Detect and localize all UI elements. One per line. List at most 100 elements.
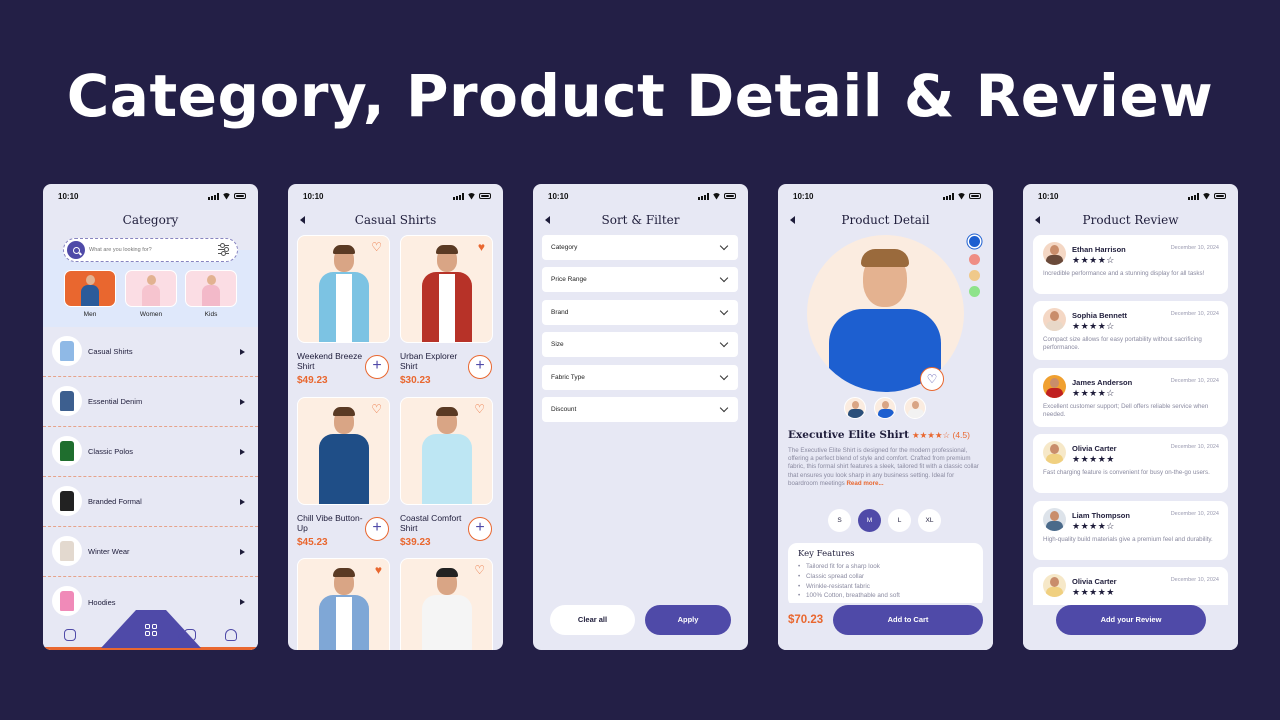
review-card: Olivia Carter December 10, 2024 ★★★★★ Fa… xyxy=(1033,434,1228,493)
product-image[interactable]: ♡ xyxy=(297,235,390,343)
product-thumbnail[interactable] xyxy=(844,397,866,419)
back-arrow-icon[interactable] xyxy=(545,216,550,224)
list-item-essential-denim[interactable]: Essential Denim xyxy=(43,377,258,427)
list-item-branded-formal[interactable]: Branded Formal xyxy=(43,477,258,527)
category-tile-men[interactable] xyxy=(64,270,116,307)
color-swatch[interactable] xyxy=(969,286,980,297)
product-name[interactable]: Coastal Comfort Shirt xyxy=(400,513,470,533)
dropdown-category[interactable]: Category xyxy=(542,235,738,260)
size-option-s[interactable]: S xyxy=(828,509,851,532)
review-stars: ★★★★☆ xyxy=(1072,255,1115,265)
rating-stars: ★★★★☆ xyxy=(912,430,951,440)
list-item-label: Branded Formal xyxy=(88,497,142,506)
list-item-winter-wear[interactable]: Winter Wear xyxy=(43,527,258,577)
battery-icon xyxy=(1214,193,1226,199)
reviewer-name: Olivia Carter xyxy=(1072,444,1117,453)
list-item-label: Classic Polos xyxy=(88,447,134,456)
chevron-down-icon xyxy=(719,273,729,283)
rating-value: (4.5) xyxy=(952,430,970,440)
reviewer-name: Olivia Carter xyxy=(1072,577,1117,586)
read-more-link[interactable]: Read more... xyxy=(846,480,883,487)
tab-wishlist[interactable] xyxy=(177,628,198,645)
filter-icon[interactable] xyxy=(218,243,229,256)
page-title: Casual Shirts xyxy=(288,208,503,232)
product-name[interactable]: Urban Explorer Shirt xyxy=(400,351,470,371)
add-review-button[interactable]: Add your Review xyxy=(1056,605,1206,635)
search-icon[interactable] xyxy=(67,241,85,259)
heart-filled-icon[interactable]: ♥ xyxy=(375,564,382,576)
add-to-cart-button[interactable]: Add to Cart xyxy=(833,605,983,635)
size-option-l[interactable]: L xyxy=(888,509,911,532)
color-swatch[interactable] xyxy=(969,236,980,247)
heart-filled-icon[interactable]: ♥ xyxy=(478,241,485,253)
tab-profile[interactable] xyxy=(224,628,238,642)
review-text: Incredible performance and a stunning di… xyxy=(1043,270,1205,277)
dropdown-price-range[interactable]: Price Range xyxy=(542,267,738,292)
color-swatch[interactable] xyxy=(969,270,980,281)
product-name[interactable]: Chill Vibe Button-Up xyxy=(297,513,367,533)
search-bar[interactable] xyxy=(63,238,238,262)
list-item-label: Winter Wear xyxy=(88,547,130,556)
avatar xyxy=(1043,508,1066,531)
wishlist-heart-icon[interactable]: ♡ xyxy=(920,367,944,391)
suit-thumbnail xyxy=(52,486,82,516)
product-review-screen: 10:10 Product Review Ethan Harrison Dece… xyxy=(1023,184,1238,650)
review-stars: ★★★★★ xyxy=(1072,454,1115,464)
product-price: $39.23 xyxy=(400,537,431,548)
sort-filter-screen: 10:10 Sort & Filter Category Price Range… xyxy=(533,184,748,650)
add-to-cart-button[interactable]: + xyxy=(468,517,492,541)
review-card: Sophia Bennett December 10, 2024 ★★★★☆ C… xyxy=(1033,301,1228,360)
back-arrow-icon[interactable] xyxy=(300,216,305,224)
wifi-icon xyxy=(222,193,231,200)
category-screen: 10:10 Category Men Women Kids Casual Shi… xyxy=(43,184,258,650)
battery-icon xyxy=(479,193,491,199)
review-stars: ★★★★☆ xyxy=(1072,321,1115,331)
search-input[interactable] xyxy=(89,239,209,261)
product-thumbnail[interactable] xyxy=(904,397,926,419)
review-text: Excellent customer support; Dell offers … xyxy=(1043,403,1209,418)
dropdown-brand[interactable]: Brand xyxy=(542,300,738,325)
dropdown-label: Discount xyxy=(551,406,577,413)
product-image[interactable]: ♡ xyxy=(400,558,493,650)
product-price: $49.23 xyxy=(297,375,328,386)
tab-home[interactable] xyxy=(63,628,77,642)
product-image[interactable]: ♡ xyxy=(297,397,390,505)
add-to-cart-button[interactable]: + xyxy=(365,355,389,379)
page-title-text: Sort & Filter xyxy=(601,213,680,227)
product-image[interactable]: ♥ xyxy=(297,558,390,650)
review-card: Liam Thompson December 10, 2024 ★★★★☆ Hi… xyxy=(1033,501,1228,560)
product-thumbnail[interactable] xyxy=(874,397,896,419)
review-date: December 10, 2024 xyxy=(1170,378,1219,384)
back-arrow-icon[interactable] xyxy=(1035,216,1040,224)
add-to-cart-button[interactable]: + xyxy=(468,355,492,379)
status-bar: 10:10 xyxy=(43,184,258,208)
feature-item: Classic spread collar xyxy=(798,572,973,582)
chevron-down-icon xyxy=(719,403,729,413)
product-image[interactable]: ♡ xyxy=(400,397,493,505)
color-swatch[interactable] xyxy=(969,254,980,265)
avatar xyxy=(1043,574,1066,597)
size-option-xl[interactable]: XL xyxy=(918,509,941,532)
dropdown-fabric-type[interactable]: Fabric Type xyxy=(542,365,738,390)
grid-icon[interactable] xyxy=(145,624,157,636)
back-arrow-icon[interactable] xyxy=(790,216,795,224)
chevron-right-icon xyxy=(240,599,245,605)
category-tile-kids[interactable] xyxy=(185,270,237,307)
chevron-right-icon xyxy=(240,448,245,455)
add-to-cart-button[interactable]: + xyxy=(365,517,389,541)
category-tile-women[interactable] xyxy=(125,270,177,307)
product-name[interactable]: Weekend Breeze Shirt xyxy=(297,351,367,371)
size-option-m[interactable]: M xyxy=(858,509,881,532)
category-label: Kids xyxy=(204,311,218,318)
clear-all-button[interactable]: Clear all xyxy=(550,605,635,635)
apply-button[interactable]: Apply xyxy=(645,605,731,635)
feature-item: Wrinkle-resistant fabric xyxy=(798,582,973,592)
review-card: James Anderson December 10, 2024 ★★★★☆ E… xyxy=(1033,368,1228,427)
dropdown-size[interactable]: Size xyxy=(542,332,738,357)
denim-thumbnail xyxy=(52,386,82,416)
product-image[interactable]: ♥ xyxy=(400,235,493,343)
list-item-classic-polos[interactable]: Classic Polos xyxy=(43,427,258,477)
dropdown-discount[interactable]: Discount xyxy=(542,397,738,422)
list-item-casual-shirts[interactable]: Casual Shirts xyxy=(43,327,258,377)
avatar xyxy=(1043,375,1066,398)
